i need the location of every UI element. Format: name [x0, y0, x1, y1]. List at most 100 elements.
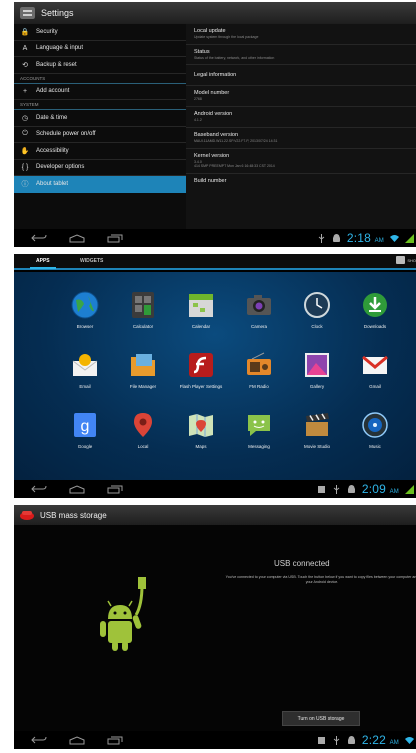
language-icon: A	[22, 44, 28, 52]
app-label: Local	[137, 444, 149, 449]
item-title: Status	[194, 48, 210, 55]
clock-time: 2:22	[361, 733, 387, 747]
app-browser[interactable]: Browser	[56, 286, 114, 346]
file-manager-icon	[131, 354, 155, 376]
item-title: Build number	[194, 178, 227, 185]
app-google[interactable]: g Google	[56, 406, 114, 466]
system-navbar: 2:22 AM	[14, 731, 416, 749]
sidebar-item-accessibility[interactable]: ✋ Accessibility	[14, 143, 186, 160]
android-notification-icon	[332, 233, 340, 242]
legal-information-item[interactable]: Legal information	[186, 65, 416, 87]
tab-widgets[interactable]: WIDGETS	[80, 254, 103, 268]
clock-ampm: AM	[374, 238, 384, 244]
android-notification-icon	[347, 735, 355, 744]
sidebar-item-label: Accessibility	[36, 147, 69, 154]
accounts-header: ACCOUNTS	[14, 74, 186, 84]
sidebar-item-language[interactable]: A Language & input	[14, 41, 186, 57]
app-music[interactable]: Music	[346, 406, 404, 466]
recent-apps-button[interactable]	[102, 482, 128, 496]
app-fm-radio[interactable]: FM Radio	[230, 346, 288, 406]
home-icon	[69, 484, 85, 493]
system-header: SYSTEM	[14, 100, 186, 110]
app-messaging[interactable]: Messaging	[230, 406, 288, 466]
build-number-item[interactable]: Build number	[186, 174, 416, 188]
home-button[interactable]	[64, 733, 90, 747]
status-clock: 2:18 AM	[347, 231, 384, 245]
system-navbar: 2:09 AM	[14, 480, 416, 498]
info-icon: ⓘ	[21, 181, 29, 189]
app-email[interactable]: Email	[56, 346, 114, 406]
plus-icon: +	[22, 87, 28, 95]
home-icon	[69, 735, 85, 744]
sidebar-item-backup[interactable]: ⟲ Backup & reset	[14, 57, 186, 74]
sidebar-item-label: Date & time	[36, 114, 68, 121]
music-icon	[362, 412, 388, 438]
tab-apps[interactable]: APPS	[30, 254, 56, 269]
app-label: File Manager	[129, 384, 157, 389]
svg-text:g: g	[81, 418, 90, 435]
status-area[interactable]: 2:18 AM	[317, 229, 416, 247]
sidebar-item-label: About tablet	[36, 181, 69, 188]
map-pin-icon	[134, 413, 152, 437]
google-icon: g	[74, 413, 96, 437]
status-area[interactable]: 2:22 AM	[317, 731, 416, 749]
app-gmail[interactable]: Gmail	[346, 346, 404, 406]
shop-button[interactable]: SHO	[396, 256, 416, 264]
app-calculator[interactable]: Calculator	[114, 286, 172, 346]
clock-icon	[304, 292, 330, 318]
item-title: Kernel version	[194, 152, 230, 159]
app-camera[interactable]: Camera	[230, 286, 288, 346]
sidebar-item-label: Backup & reset	[36, 61, 77, 68]
clapperboard-icon	[306, 413, 329, 436]
turn-on-usb-storage-button[interactable]: Turn on USB storage	[282, 711, 360, 726]
status-clock: 2:09 AM	[362, 482, 399, 496]
baseband-version-item: Baseband version MAUI.11AMD.W11.22.SP.V2…	[186, 128, 416, 149]
local-update-item[interactable]: Local update Update system through the l…	[186, 24, 416, 45]
back-button[interactable]	[26, 482, 52, 496]
usb-app-icon	[20, 511, 34, 520]
shop-label: SHO	[407, 257, 416, 263]
item-title: Legal information	[194, 72, 237, 79]
app-maps[interactable]: Maps	[172, 406, 230, 466]
wifi-icon	[405, 736, 414, 744]
status-item[interactable]: Status Status of the battery, network, a…	[186, 45, 416, 66]
app-local[interactable]: Local	[114, 406, 172, 466]
app-movie-studio[interactable]: Movie Studio	[288, 406, 346, 466]
sidebar-item-developer-options[interactable]: { } Developer options	[14, 160, 186, 176]
app-gallery[interactable]: Gallery	[288, 346, 346, 406]
drawer-tabbar: APPS WIDGETS SHO	[14, 254, 416, 270]
back-button[interactable]	[26, 733, 52, 747]
home-button[interactable]	[64, 231, 90, 245]
email-icon	[72, 354, 98, 376]
sidebar-item-security[interactable]: 🔒 Security	[14, 24, 186, 41]
usb-title: USB mass storage	[40, 510, 107, 520]
app-label: Gmail	[369, 384, 381, 389]
settings-title: Settings	[41, 8, 74, 18]
clock-icon: ◷	[21, 114, 29, 122]
app-downloads[interactable]: Downloads	[346, 286, 404, 346]
app-label: Camera	[250, 324, 267, 329]
app-flash-player-settings[interactable]: Flash Player Settings	[172, 346, 230, 406]
item-subtitle: MAUI.11AMD.W11.22.SP.V22.F7.P, 2013/07/2…	[194, 138, 278, 143]
recent-apps-button[interactable]	[102, 231, 128, 245]
app-label: Calendar	[191, 324, 211, 329]
android-version-item[interactable]: Android version 4.1.2	[186, 107, 416, 128]
recent-apps-button[interactable]	[102, 733, 128, 747]
lock-icon: 🔒	[20, 28, 30, 36]
back-button[interactable]	[26, 231, 52, 245]
home-button[interactable]	[64, 482, 90, 496]
settings-titlebar: Settings	[14, 2, 416, 24]
app-label: Browser	[76, 324, 94, 329]
app-calendar[interactable]: Calendar	[172, 286, 230, 346]
usb-icon	[333, 484, 340, 494]
app-file-manager[interactable]: File Manager	[114, 346, 172, 406]
status-area[interactable]: 2:09 AM	[317, 480, 416, 498]
wifi-icon	[390, 234, 399, 242]
sidebar-item-date-time[interactable]: ◷ Date & time	[14, 110, 186, 127]
settings-app-icon	[20, 7, 35, 19]
sidebar-item-schedule-power[interactable]: ⏻ Schedule power on/off	[14, 127, 186, 143]
app-clock[interactable]: Clock	[288, 286, 346, 346]
sidebar-item-add-account[interactable]: + Add account	[14, 84, 186, 100]
sidebar-item-about-tablet[interactable]: ⓘ About tablet	[14, 176, 186, 193]
android-usb-illustration-icon	[100, 577, 146, 651]
